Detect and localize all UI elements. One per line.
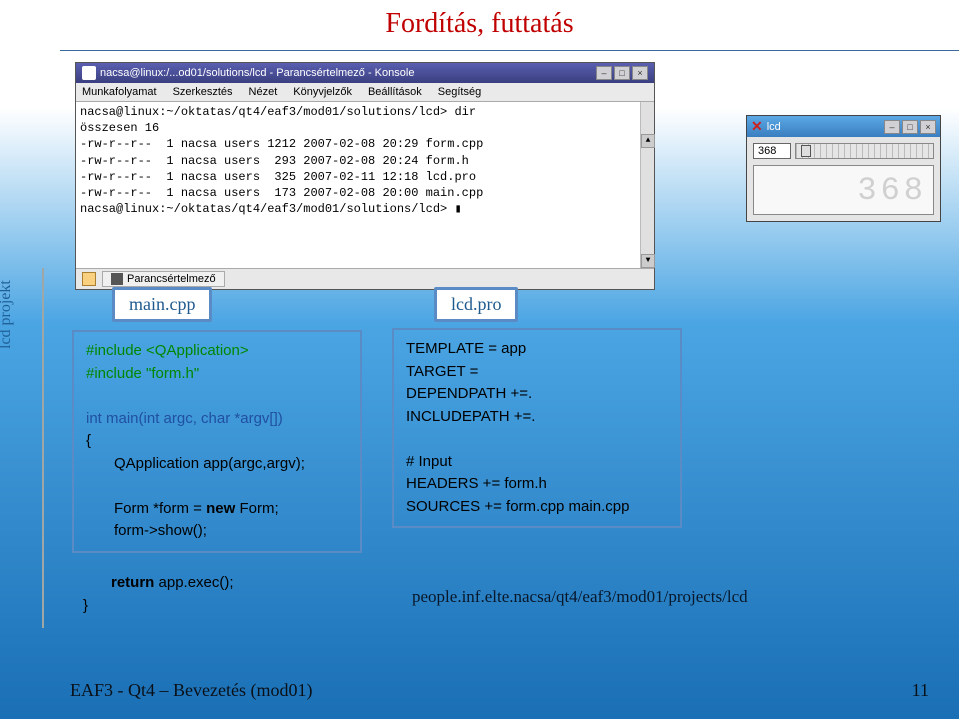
terminal-line: nacsa@linux:~/oktatas/qt4/eaf3/mod01/sol… <box>80 104 650 120</box>
code-line: return app.exec(); <box>83 572 234 595</box>
minimize-button[interactable]: – <box>884 120 900 134</box>
code-line: # Input <box>406 451 668 474</box>
menu-item[interactable]: Munkafolyamat <box>82 86 157 98</box>
console-icon <box>111 273 123 285</box>
page-number: 11 <box>912 680 929 701</box>
code-line: TEMPLATE = app <box>406 338 668 361</box>
lcd-display: 368 <box>753 165 934 215</box>
new-tab-icon[interactable] <box>82 272 96 286</box>
terminal-content[interactable]: nacsa@linux:~/oktatas/qt4/eaf3/mod01/sol… <box>76 102 654 268</box>
lcd-body: 368 368 <box>747 137 940 221</box>
minimize-button[interactable]: – <box>596 66 612 80</box>
window-buttons: – □ × <box>596 66 648 80</box>
code-line: int main(int argc, char *argv[]) <box>86 408 348 431</box>
terminal-titlebar[interactable]: nacsa@linux:/...od01/solutions/lcd - Par… <box>76 63 654 83</box>
code-line: SOURCES += form.cpp main.cpp <box>406 496 668 519</box>
footer-text: EAF3 - Qt4 – Bevezetés (mod01) <box>70 680 312 701</box>
code-line: TARGET = <box>406 361 668 384</box>
code-line: form->show(); <box>86 520 348 543</box>
lcd-window: ✕ lcd – □ × 368 368 <box>746 115 941 222</box>
menu-bar: Munkafolyamat Szerkesztés Nézet Könyvjel… <box>76 83 654 102</box>
slider-value-input[interactable]: 368 <box>753 143 791 159</box>
code-line: DEPENDPATH +=. <box>406 383 668 406</box>
scroll-up-icon[interactable]: ▲ <box>641 134 655 148</box>
menu-item[interactable]: Nézet <box>249 86 278 98</box>
terminal-line: -rw-r--r-- 1 nacsa users 293 2007-02-08 … <box>80 153 650 169</box>
terminal-line: -rw-r--r-- 1 nacsa users 173 2007-02-08 … <box>80 185 650 201</box>
sidebar-label: lcd projekt <box>0 280 15 349</box>
terminal-window: nacsa@linux:/...od01/solutions/lcd - Par… <box>75 62 655 290</box>
divider <box>60 50 959 51</box>
main-cpp-label: main.cpp <box>112 287 212 322</box>
close-button[interactable]: × <box>920 120 936 134</box>
slider-row: 368 <box>753 143 934 159</box>
scrollbar[interactable]: ▲ ▼ <box>640 102 654 268</box>
window-buttons: – □ × <box>884 120 936 134</box>
menu-item[interactable]: Beállítások <box>368 86 422 98</box>
code-lcd-pro: TEMPLATE = app TARGET = DEPENDPATH +=. I… <box>392 328 682 528</box>
slider-track[interactable] <box>795 143 934 159</box>
close-button[interactable]: × <box>632 66 648 80</box>
slide-title: Fordítás, futtatás <box>0 0 959 40</box>
menu-item[interactable]: Segítség <box>438 86 481 98</box>
code-line: HEADERS += form.h <box>406 473 668 496</box>
code-line: } <box>83 595 234 618</box>
code-line: #include "form.h" <box>86 363 348 386</box>
lcd-title: lcd <box>767 121 781 133</box>
slider-thumb[interactable] <box>801 145 811 157</box>
menu-item[interactable]: Könyvjelzők <box>293 86 352 98</box>
close-icon[interactable]: ✕ <box>751 118 763 135</box>
taskbar: Parancsértelmező <box>76 268 654 289</box>
code-line: Form *form = new Form; <box>86 498 348 521</box>
lcd-digits: 368 <box>857 172 927 209</box>
scroll-down-icon[interactable]: ▼ <box>641 254 655 268</box>
menu-item[interactable]: Szerkesztés <box>173 86 233 98</box>
terminal-icon <box>82 66 96 80</box>
lcd-titlebar[interactable]: ✕ lcd – □ × <box>747 116 940 137</box>
maximize-button[interactable]: □ <box>902 120 918 134</box>
maximize-button[interactable]: □ <box>614 66 630 80</box>
terminal-line: -rw-r--r-- 1 nacsa users 1212 2007-02-08… <box>80 136 650 152</box>
code-line: { <box>86 430 348 453</box>
lcd-pro-label: lcd.pro <box>434 287 518 322</box>
terminal-title: nacsa@linux:/...od01/solutions/lcd - Par… <box>100 67 414 79</box>
code-line: INCLUDEPATH +=. <box>406 406 668 429</box>
code-line: QApplication app(argc,argv); <box>86 453 348 476</box>
url-text: people.inf.elte.nacsa/qt4/eaf3/mod01/pro… <box>412 587 748 607</box>
taskbar-button[interactable]: Parancsértelmező <box>102 271 225 287</box>
code-line: #include <QApplication> <box>86 340 348 363</box>
terminal-line: nacsa@linux:~/oktatas/qt4/eaf3/mod01/sol… <box>80 201 650 217</box>
terminal-line: összesen 16 <box>80 120 650 136</box>
code-main-cpp: #include <QApplication> #include "form.h… <box>72 330 362 553</box>
terminal-line: -rw-r--r-- 1 nacsa users 325 2007-02-11 … <box>80 169 650 185</box>
sidebar-bar <box>42 268 44 628</box>
code-return: return app.exec(); } <box>83 572 234 617</box>
taskbar-button-label: Parancsértelmező <box>127 273 216 285</box>
